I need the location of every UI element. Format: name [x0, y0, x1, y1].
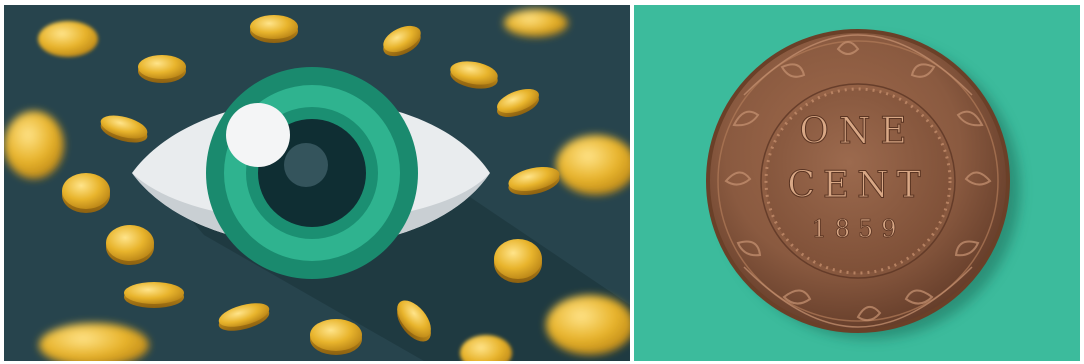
one-cent-coin: ONE CENT 1859	[634, 5, 1080, 361]
composite-image: ONE CENT 1859	[0, 0, 1084, 364]
coin-text-line2: CENT	[787, 165, 928, 206]
eye-highlight	[226, 103, 290, 167]
coin-photo-panel: ONE CENT 1859	[634, 5, 1080, 361]
eye-illustration	[4, 5, 630, 361]
coin-year: 1859	[811, 215, 904, 243]
eye-illustration-panel	[4, 5, 630, 361]
pupil-reflection	[284, 143, 328, 187]
coin-text-line1: ONE	[799, 111, 916, 152]
